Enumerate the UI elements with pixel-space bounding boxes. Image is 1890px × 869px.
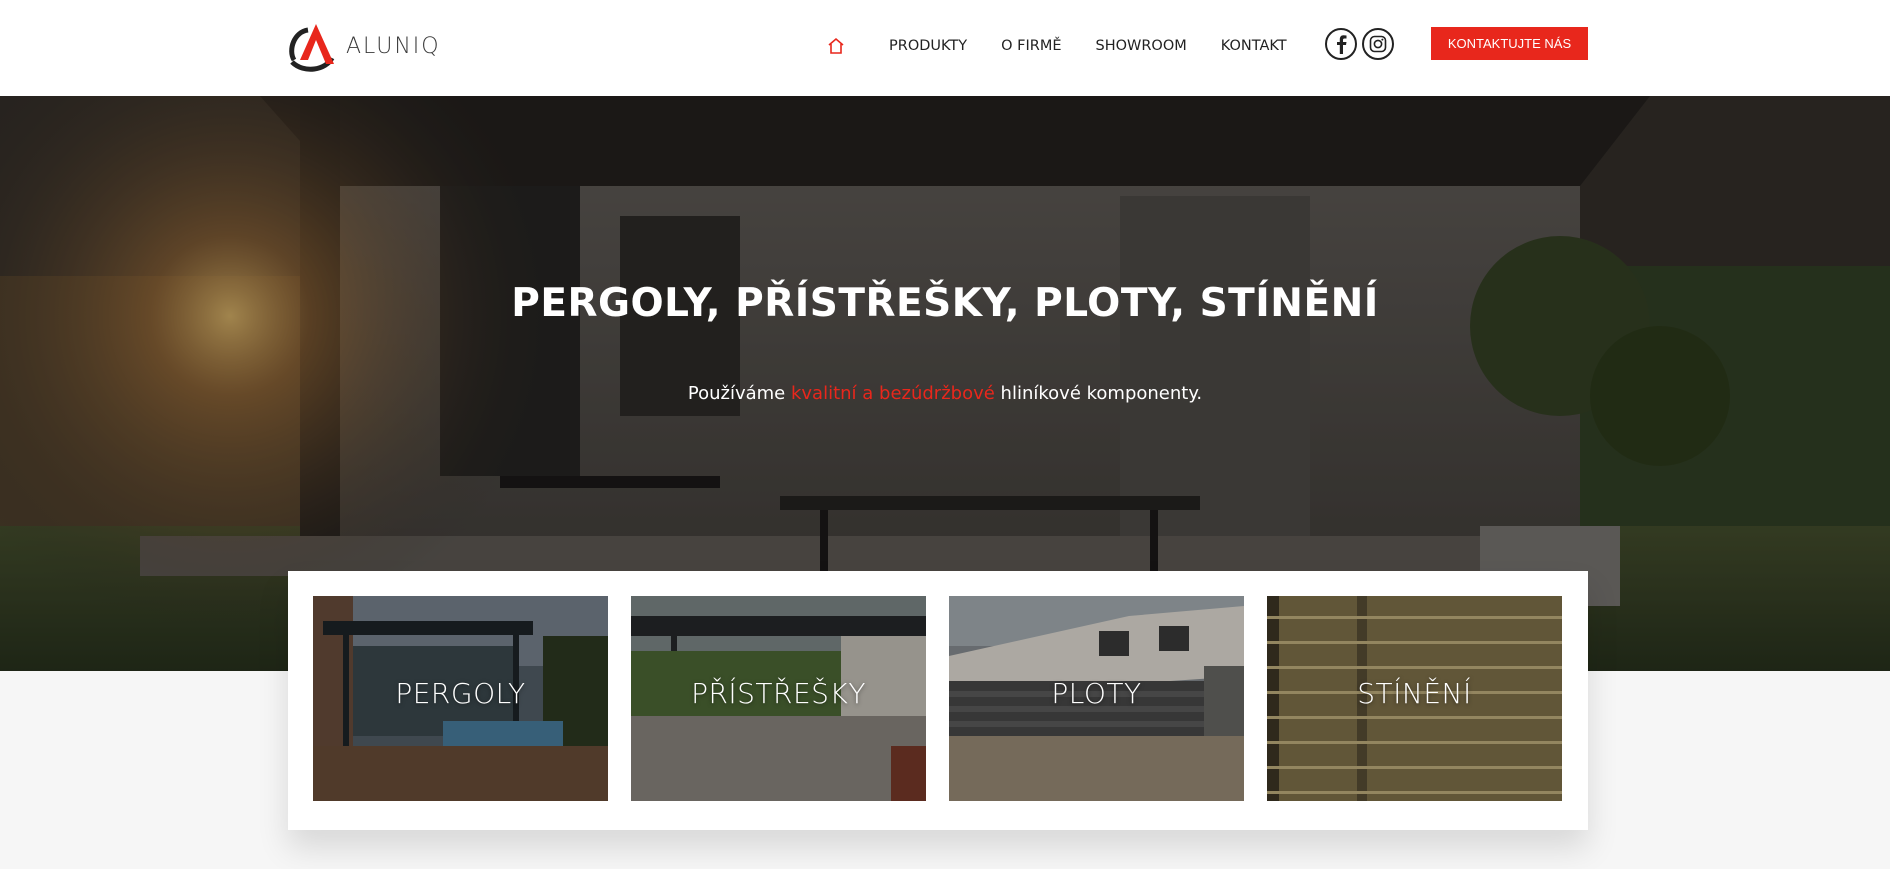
- logo[interactable]: ALUNIQ: [286, 20, 441, 72]
- card-pristresky[interactable]: PŘÍSTŘEŠKY: [631, 596, 926, 801]
- social-links: [1325, 28, 1394, 60]
- aluniq-logo-icon: [289, 24, 335, 72]
- logo-text: ALUNIQ: [346, 33, 441, 59]
- nav-item-kontakt[interactable]: KONTAKT: [1221, 38, 1287, 54]
- home-icon[interactable]: [826, 36, 846, 56]
- main-nav: PRODUKTY O FIRMĚ SHOWROOM KONTAKT: [826, 0, 1304, 92]
- hero-subtitle-end: hliníkové komponenty.: [994, 383, 1203, 404]
- hero-subtitle-start: Používáme: [687, 383, 791, 404]
- card-stineni[interactable]: STÍNĚNÍ: [1267, 596, 1562, 801]
- nav-item-showroom[interactable]: SHOWROOM: [1096, 38, 1187, 54]
- hero-subtitle: Používáme kvalitní a bezúdržbové hliníko…: [0, 383, 1890, 404]
- nav-item-produkty[interactable]: PRODUKTY: [889, 38, 967, 54]
- card-pergoly[interactable]: PERGOLY: [313, 596, 608, 801]
- card-ploty-label: PLOTY: [1051, 677, 1142, 710]
- nav-item-o-firme[interactable]: O FIRMĚ: [1001, 38, 1061, 54]
- hero-subtitle-accent: kvalitní a bezúdržbové: [790, 383, 995, 404]
- hero-title: PERGOLY, PŘÍSTŘEŠKY, PLOTY, STÍNĚNÍ: [511, 281, 1379, 326]
- card-stineni-label: STÍNĚNÍ: [1357, 677, 1472, 710]
- site-header: ALUNIQ PRODUKTY O FIRMĚ SHOWROOM KONTAKT: [0, 0, 1890, 96]
- card-pergoly-label: PERGOLY: [395, 677, 526, 710]
- contact-us-button[interactable]: KONTAKTUJTE NÁS: [1431, 27, 1588, 60]
- product-cards-panel: PERGOLY PŘÍSTŘEŠKY PLOTY STÍNĚNÍ: [288, 571, 1588, 830]
- instagram-icon[interactable]: [1362, 28, 1394, 60]
- card-ploty[interactable]: PLOTY: [949, 596, 1244, 801]
- card-pristresky-label: PŘÍSTŘEŠKY: [691, 677, 866, 710]
- facebook-icon[interactable]: [1325, 28, 1357, 60]
